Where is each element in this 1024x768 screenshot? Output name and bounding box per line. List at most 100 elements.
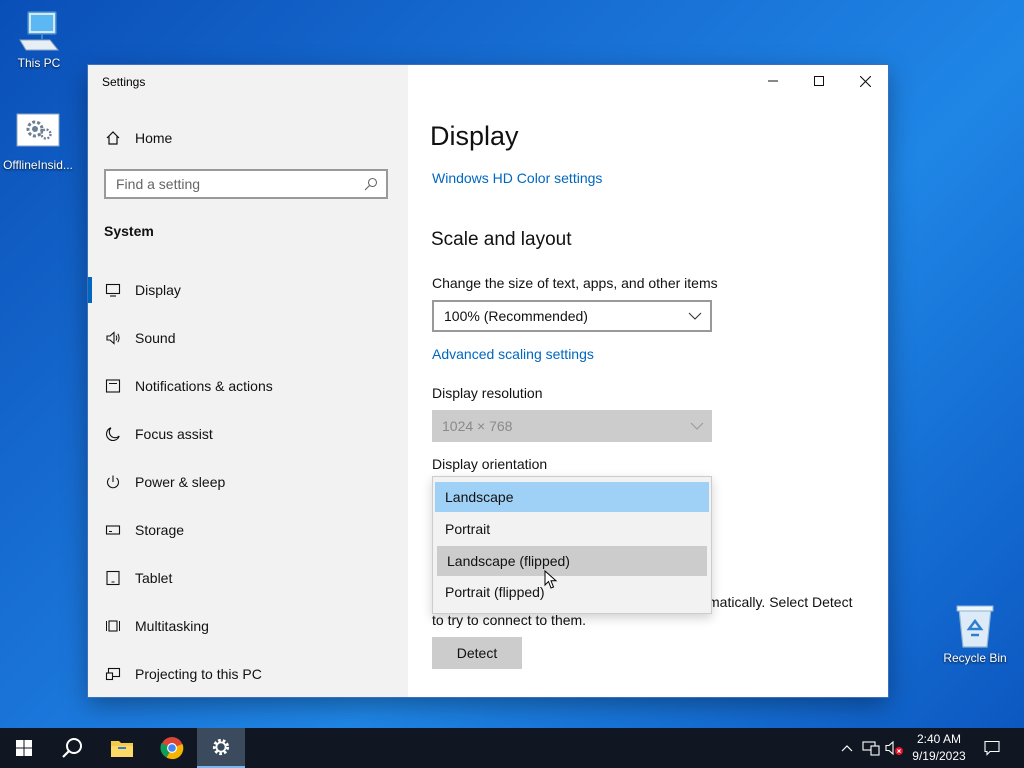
minimize-button[interactable]: [750, 65, 796, 97]
speaker-muted-icon: [885, 740, 903, 756]
storage-icon: [105, 522, 121, 538]
section-title: System: [104, 223, 154, 239]
sidebar-item-notifications[interactable]: Notifications & actions: [88, 362, 408, 410]
notification-icon: [105, 378, 121, 394]
desktop-icon-label: Recycle Bin: [943, 651, 1007, 665]
orientation-option-portrait[interactable]: Portrait: [435, 514, 709, 544]
chevron-up-icon: [841, 745, 853, 752]
speaker-icon: [105, 330, 121, 346]
desktop-icon-recycle-bin[interactable]: Recycle Bin: [937, 603, 1013, 665]
close-icon: [859, 75, 871, 87]
windows-logo-icon: [16, 740, 32, 756]
sidebar-item-multitasking[interactable]: Multitasking: [88, 602, 408, 650]
sidebar-item-focus-assist[interactable]: Focus assist: [88, 410, 408, 458]
sidebar-item-label: Tablet: [135, 570, 173, 586]
orientation-option-landscape-flipped[interactable]: Landscape (flipped): [437, 546, 707, 576]
moon-icon: [105, 426, 121, 442]
multitasking-icon: [105, 618, 121, 634]
page-title: Display: [430, 121, 519, 151]
chrome-button[interactable]: [148, 728, 196, 768]
sidebar-item-projecting[interactable]: Projecting to this PC: [88, 650, 408, 697]
home-link[interactable]: Home: [88, 114, 408, 162]
resolution-label: Display resolution: [432, 385, 543, 401]
orientation-label: Display orientation: [432, 456, 548, 472]
monitor-icon: [105, 282, 121, 298]
maximize-icon: [814, 76, 824, 86]
sidebar-item-display[interactable]: Display: [88, 266, 408, 314]
show-hidden-icons-button[interactable]: [838, 728, 856, 768]
volume-button[interactable]: [884, 728, 906, 768]
chevron-down-icon: [690, 422, 704, 430]
advanced-scaling-link[interactable]: Advanced scaling settings: [432, 346, 594, 362]
option-label: Landscape: [445, 489, 514, 505]
orientation-dropdown-list: Landscape Portrait Landscape (flipped) P…: [432, 476, 712, 614]
settings-file-icon: [16, 113, 60, 147]
hd-color-settings-link[interactable]: Windows HD Color settings: [432, 170, 602, 186]
search-placeholder: Find a setting: [116, 176, 201, 192]
notification-icon: [984, 740, 1000, 756]
tablet-icon: [105, 570, 121, 586]
maximize-button[interactable]: [796, 65, 842, 97]
scale-value: 100% (Recommended): [444, 308, 588, 324]
recycle-bin-icon: [956, 605, 994, 648]
sidebar-item-power-sleep[interactable]: Power & sleep: [88, 458, 408, 506]
orientation-option-portrait-flipped[interactable]: Portrait (flipped): [435, 577, 709, 607]
detect-button[interactable]: Detect: [432, 637, 522, 669]
sidebar-item-tablet[interactable]: Tablet: [88, 554, 408, 602]
sidebar-item-label: Display: [135, 282, 181, 298]
chevron-down-icon: [688, 312, 702, 320]
resolution-value: 1024 × 768: [442, 418, 513, 434]
search-icon: [62, 738, 82, 758]
home-icon: [105, 130, 121, 146]
taskbar-clock[interactable]: 2:40 AM 9/19/2023: [906, 731, 972, 765]
sidebar-item-label: Storage: [135, 522, 185, 538]
sidebar-item-label: Notifications & actions: [135, 378, 273, 394]
computer-icon: [19, 11, 60, 51]
mouse-cursor-icon: [544, 570, 558, 589]
content-pane: Display Windows HD Color settings Scale …: [408, 65, 888, 697]
power-icon: [105, 474, 121, 490]
network-icon: [862, 741, 880, 756]
clock-date: 9/19/2023: [912, 749, 966, 763]
settings-taskbar-button[interactable]: [197, 728, 245, 768]
scale-layout-heading: Scale and layout: [431, 229, 572, 250]
start-button[interactable]: [0, 728, 48, 768]
desktop-icon-label: This PC: [17, 56, 61, 70]
search-icon: [364, 177, 378, 191]
orientation-option-landscape[interactable]: Landscape: [435, 482, 709, 512]
desktop-icon-label: OfflineInsid...: [3, 158, 73, 172]
taskbar: 2:40 AM 9/19/2023: [0, 728, 1024, 768]
file-explorer-button[interactable]: [98, 728, 146, 768]
detect-description-line1: matically. Select Detect: [708, 594, 853, 610]
sidebar-item-sound[interactable]: Sound: [88, 314, 408, 362]
gear-icon: [212, 738, 230, 756]
minimize-icon: [768, 80, 778, 82]
projector-icon: [105, 666, 121, 682]
sidebar: Settings Home Find a setting System Disp…: [88, 65, 408, 697]
close-button[interactable]: [842, 65, 888, 97]
sidebar-item-label: Focus assist: [135, 426, 213, 442]
desktop-icon-offlineinsid[interactable]: OfflineInsid...: [0, 112, 76, 172]
action-center-button[interactable]: [978, 728, 1006, 768]
search-input[interactable]: Find a setting: [104, 169, 388, 199]
sidebar-item-label: Power & sleep: [135, 474, 226, 490]
scale-label: Change the size of text, apps, and other…: [432, 275, 718, 291]
chrome-icon: [160, 737, 184, 760]
home-label: Home: [135, 130, 173, 146]
network-button[interactable]: [860, 728, 882, 768]
desktop-icon-this-pc[interactable]: This PC: [1, 10, 77, 70]
option-label: Portrait: [445, 521, 491, 537]
sidebar-item-label: Multitasking: [135, 618, 209, 634]
clock-time: 2:40 AM: [916, 732, 962, 746]
option-label: Portrait (flipped): [445, 584, 545, 600]
sidebar-item-label: Sound: [135, 330, 176, 346]
scale-dropdown[interactable]: 100% (Recommended): [432, 300, 712, 332]
settings-window: Settings Home Find a setting System Disp…: [88, 65, 888, 697]
option-label: Landscape (flipped): [447, 553, 570, 569]
detect-description-line2: to try to connect to them.: [432, 612, 587, 628]
search-taskbar-button[interactable]: [48, 728, 96, 768]
window-title: Settings: [102, 75, 146, 89]
sidebar-item-label: Projecting to this PC: [135, 666, 262, 682]
sidebar-item-storage[interactable]: Storage: [88, 506, 408, 554]
folder-icon: [111, 741, 133, 757]
